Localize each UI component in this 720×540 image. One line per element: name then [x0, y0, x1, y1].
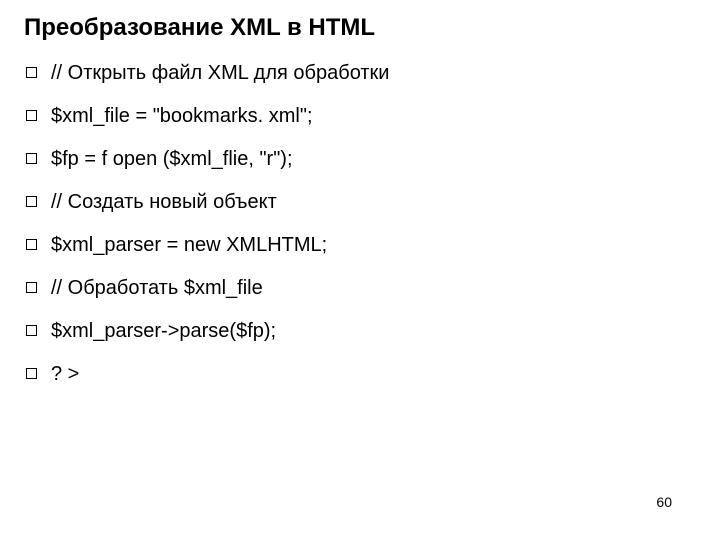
list-item-text: $xml_parser = new XMLHTML; — [51, 233, 696, 258]
list-item-text: $xml_parser->parse($fp); — [51, 319, 696, 344]
square-bullet-icon — [26, 325, 37, 336]
page-number: 60 — [656, 494, 672, 510]
square-bullet-icon — [26, 239, 37, 250]
square-bullet-icon — [26, 67, 37, 78]
list-item: // Создать новый объект — [26, 190, 696, 215]
square-bullet-icon — [26, 153, 37, 164]
list-item: $fp = f open ($xml_flie, "r"); — [26, 147, 696, 172]
list-item: $xml_parser->parse($fp); — [26, 319, 696, 344]
list-item: // Обработать $xml_file — [26, 276, 696, 301]
list-item-text: // Создать новый объект — [51, 190, 696, 215]
list-item-text: // Открыть файл XML для обработки — [51, 61, 696, 86]
square-bullet-icon — [26, 282, 37, 293]
list-item-text: $fp = f open ($xml_flie, "r"); — [51, 147, 696, 172]
list-item: $xml_file = "bookmarks. xml"; — [26, 104, 696, 129]
list-item: // Открыть файл XML для обработки — [26, 61, 696, 86]
list-item: ? > — [26, 362, 696, 387]
bullet-list: // Открыть файл XML для обработки $xml_f… — [24, 61, 696, 387]
slide: Преобразование XML в HTML // Открыть фай… — [0, 0, 720, 540]
list-item-text: $xml_file = "bookmarks. xml"; — [51, 104, 696, 129]
square-bullet-icon — [26, 110, 37, 121]
list-item: $xml_parser = new XMLHTML; — [26, 233, 696, 258]
list-item-text: // Обработать $xml_file — [51, 276, 696, 301]
square-bullet-icon — [26, 368, 37, 379]
list-item-text: ? > — [51, 362, 696, 387]
slide-title: Преобразование XML в HTML — [24, 14, 696, 43]
square-bullet-icon — [26, 196, 37, 207]
